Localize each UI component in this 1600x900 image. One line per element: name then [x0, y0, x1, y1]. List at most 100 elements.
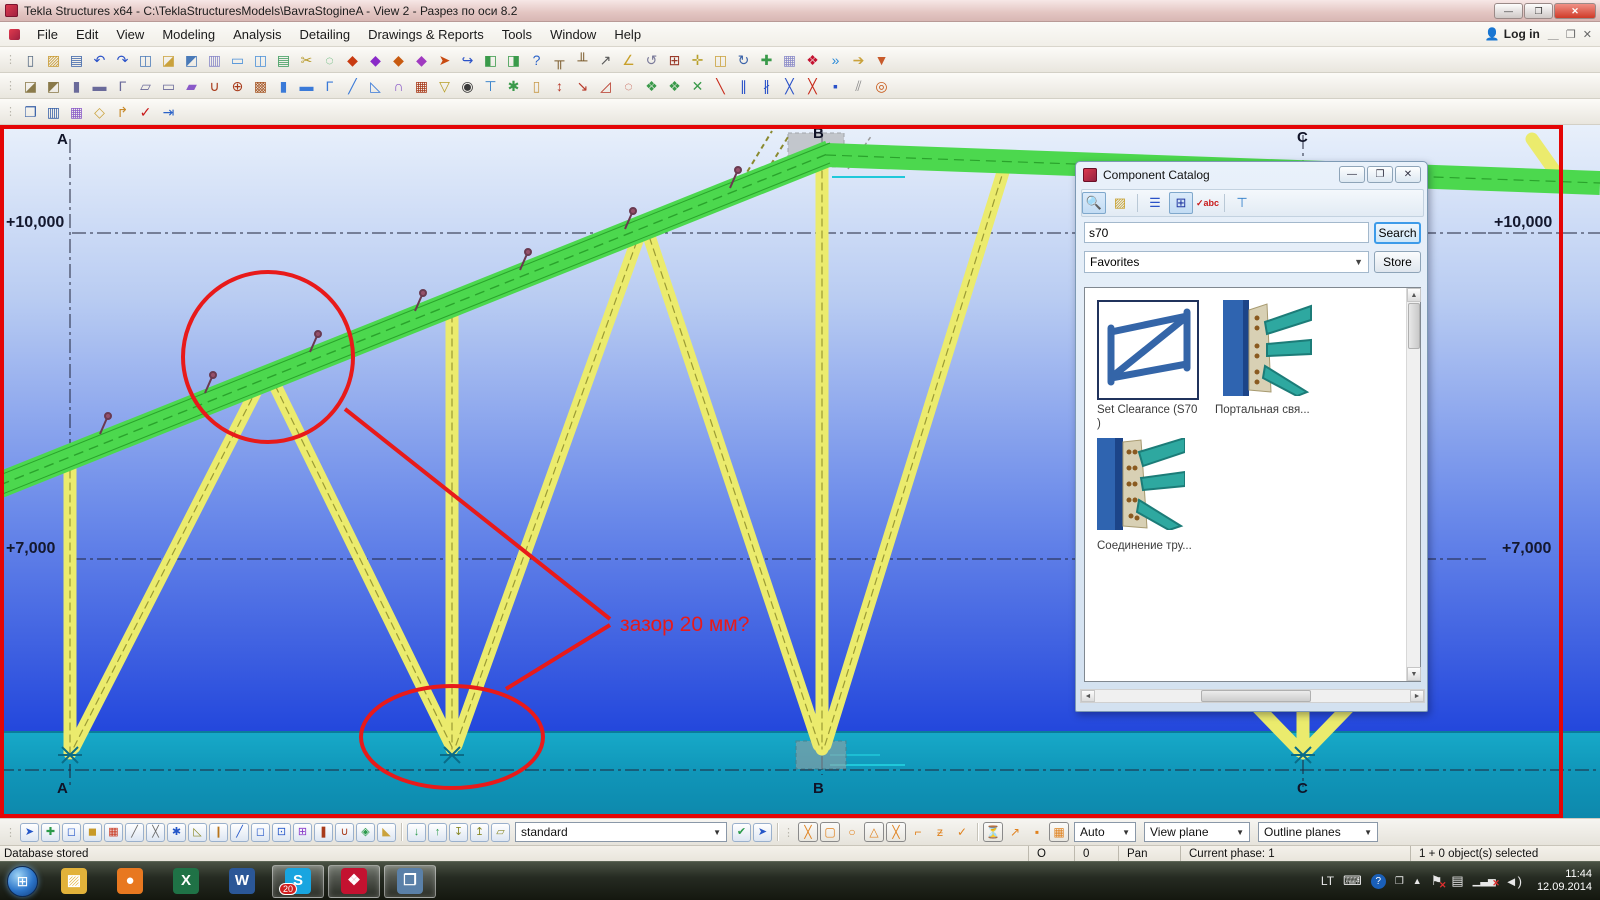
work-plane-icon[interactable]: ◇ [89, 102, 110, 122]
component-catalog-dialog[interactable]: Component Catalog — ❐ ✕ 🔍 ▨ ☰ ⊞ ✓abc ⊤ S… [1075, 161, 1428, 712]
measure-free-icon[interactable]: ↗ [595, 50, 616, 70]
select-cuts-icon[interactable]: ◺ [188, 823, 207, 842]
auto-connection-2-icon[interactable]: ❖ [664, 76, 685, 96]
concrete-pad-icon[interactable]: ◪ [20, 76, 41, 96]
pointer-mode-icon[interactable]: ➤ [753, 823, 772, 842]
bolt-array-icon[interactable]: ▦ [411, 76, 432, 96]
concrete-slab-icon[interactable]: ▱ [135, 76, 156, 96]
dialog-restore-button[interactable]: ❐ [1367, 166, 1393, 183]
mdi-window-controls[interactable]: ＿ ❐ ✕ [1548, 26, 1594, 42]
grid-line-icon[interactable]: ╨ [572, 50, 593, 70]
snap-depth-combo[interactable]: Auto▼ [1074, 822, 1136, 842]
selection-filter-combo[interactable]: standard ▼ [515, 822, 727, 842]
split-view-2-icon[interactable]: ▥ [43, 102, 64, 122]
catalog-store-button[interactable]: Store [1374, 251, 1421, 273]
menu-window[interactable]: Window [541, 24, 605, 45]
more-toolbars-icon[interactable]: » [825, 50, 846, 70]
select-mesh-icon[interactable]: ⊞ [293, 823, 312, 842]
taskbar-app-tekla-structures[interactable]: ❖ [328, 865, 380, 898]
point-projection-icon[interactable]: ↪ [457, 50, 478, 70]
steel-item-icon[interactable]: ∩ [388, 76, 409, 96]
fly-through-icon[interactable]: ⇥ [158, 102, 179, 122]
numbering-check-icon[interactable]: ✓ [135, 102, 156, 122]
select-task-icon[interactable]: ▱ [491, 823, 510, 842]
list-view-icon[interactable]: ☰ [1143, 192, 1167, 214]
undo-icon[interactable]: ↶ [89, 50, 110, 70]
door-macro-icon[interactable]: ▯ [526, 76, 547, 96]
create-divided-line-icon[interactable]: ∦ [756, 76, 777, 96]
maximize-button[interactable]: ❐ [1524, 3, 1553, 19]
snap-green-2-icon[interactable]: ◨ [503, 50, 524, 70]
select-parts-icon[interactable]: ◻ [62, 823, 81, 842]
volume-icon[interactable]: ◄) [1505, 874, 1522, 889]
taskbar-clock[interactable]: 11:44 12.09.2014 [1531, 868, 1592, 894]
menu-edit[interactable]: Edit [67, 24, 107, 45]
keyboard-icon[interactable]: ⌨ [1343, 873, 1362, 889]
concrete-polybeam-icon[interactable]: Γ [112, 76, 133, 96]
menu-drawings-reports[interactable]: Drawings & Reports [359, 24, 493, 45]
view-along-line-icon[interactable]: ◫ [250, 50, 271, 70]
network-icon[interactable]: ▁▃▅✕ [1473, 876, 1496, 887]
taskbar-app-word[interactable]: W [216, 865, 268, 898]
thumbnail-view-icon[interactable]: ⊞ [1169, 192, 1193, 214]
concrete-column-icon[interactable]: ▮ [66, 76, 87, 96]
duplicate-icon[interactable]: ◩ [181, 50, 202, 70]
select-cursor-icon[interactable]: ➤ [20, 823, 39, 842]
scroll-down-icon[interactable]: ▼ [1407, 667, 1421, 681]
filter-column-icon[interactable]: ⊤ [1230, 192, 1254, 214]
select-distance-icon[interactable]: ◈ [356, 823, 375, 842]
measure-angle-icon[interactable]: ∠ [618, 50, 639, 70]
dimension-oblique-icon[interactable]: ↘ [572, 76, 593, 96]
catalog-horizontal-scrollbar[interactable]: ◄ ► [1080, 689, 1425, 703]
catalog-item-list[interactable]: Set Clearance (S70 ) Портальная с [1084, 287, 1421, 682]
select-reinforcement-icon[interactable]: ⊡ [272, 823, 291, 842]
concrete-item-icon[interactable]: ▰ [181, 76, 202, 96]
menu-view[interactable]: View [107, 24, 153, 45]
rotation-combo[interactable]: Outline planes▼ [1258, 822, 1378, 842]
catalog-vertical-scrollbar[interactable]: ▲ ▼ [1406, 288, 1420, 681]
snap-any-icon[interactable]: ✓ [952, 822, 972, 842]
point-along-line-icon[interactable]: ➤ [434, 50, 455, 70]
save-model-icon[interactable]: ▤ [66, 50, 87, 70]
redo-icon[interactable]: ↷ [112, 50, 133, 70]
snap-override-hourglass-icon[interactable]: ⏳ [983, 822, 1003, 842]
menu-analysis[interactable]: Analysis [224, 24, 290, 45]
export-icon[interactable]: ➔ [848, 50, 869, 70]
cut-icon[interactable]: ✂ [296, 50, 317, 70]
auto-connection-3-icon[interactable]: ✕ [687, 76, 708, 96]
create-intersection-icon[interactable]: ╳ [802, 76, 823, 96]
concrete-strip-icon[interactable]: ◩ [43, 76, 64, 96]
select-grids-icon[interactable]: ╱ [125, 823, 144, 842]
create-axis-parallel-icon[interactable]: ⫽ [848, 76, 869, 96]
snap-green-1-icon[interactable]: ◧ [480, 50, 501, 70]
start-button[interactable]: ⊞ [7, 866, 38, 897]
scroll-up-icon[interactable]: ▲ [1407, 288, 1421, 302]
snap-reference-lines-icon[interactable]: ╳ [798, 822, 818, 842]
split-view-4-icon[interactable]: ▦ [66, 102, 87, 122]
select-plane-icon[interactable]: ◣ [377, 823, 396, 842]
taskbar-app-tekla-document[interactable]: ❐ [384, 865, 436, 898]
concrete-panel-icon[interactable]: ▭ [158, 76, 179, 96]
select-bolts-icon[interactable]: ╱ [230, 823, 249, 842]
steel-polybeam-icon[interactable]: Γ [319, 76, 340, 96]
snap-free-icon[interactable]: ƶ [930, 822, 950, 842]
select-welds-icon[interactable]: ✱ [167, 823, 186, 842]
view-list-icon[interactable]: ▤ [273, 50, 294, 70]
menu-help[interactable]: Help [605, 24, 650, 45]
create-bisector-icon[interactable]: ╳ [779, 76, 800, 96]
steel-column-icon[interactable]: ▮ [273, 76, 294, 96]
select-views-icon[interactable]: ❙ [209, 823, 228, 842]
help-icon[interactable]: ? [1371, 874, 1386, 889]
catalog-group-select[interactable]: Favorites ▼ [1084, 251, 1369, 273]
login-button[interactable]: 👤 Log in [1485, 27, 1540, 41]
dialog-minimize-button[interactable]: — [1339, 166, 1365, 183]
scrollbar-thumb[interactable] [1408, 303, 1420, 349]
select-region-icon[interactable]: ◌ [319, 50, 340, 70]
phase-manager-window-icon[interactable]: ❐ [20, 102, 41, 122]
power-plug-icon[interactable]: ▤ [1451, 873, 1463, 889]
select-component-objects-icon[interactable]: ↥ [470, 823, 489, 842]
show-hidden-icons[interactable]: ▲ [1413, 876, 1422, 886]
point-cloud-icon[interactable]: ✱ [503, 76, 524, 96]
component-macro-2-icon[interactable]: ◆ [365, 50, 386, 70]
new-model-icon[interactable]: ▯ [20, 50, 41, 70]
